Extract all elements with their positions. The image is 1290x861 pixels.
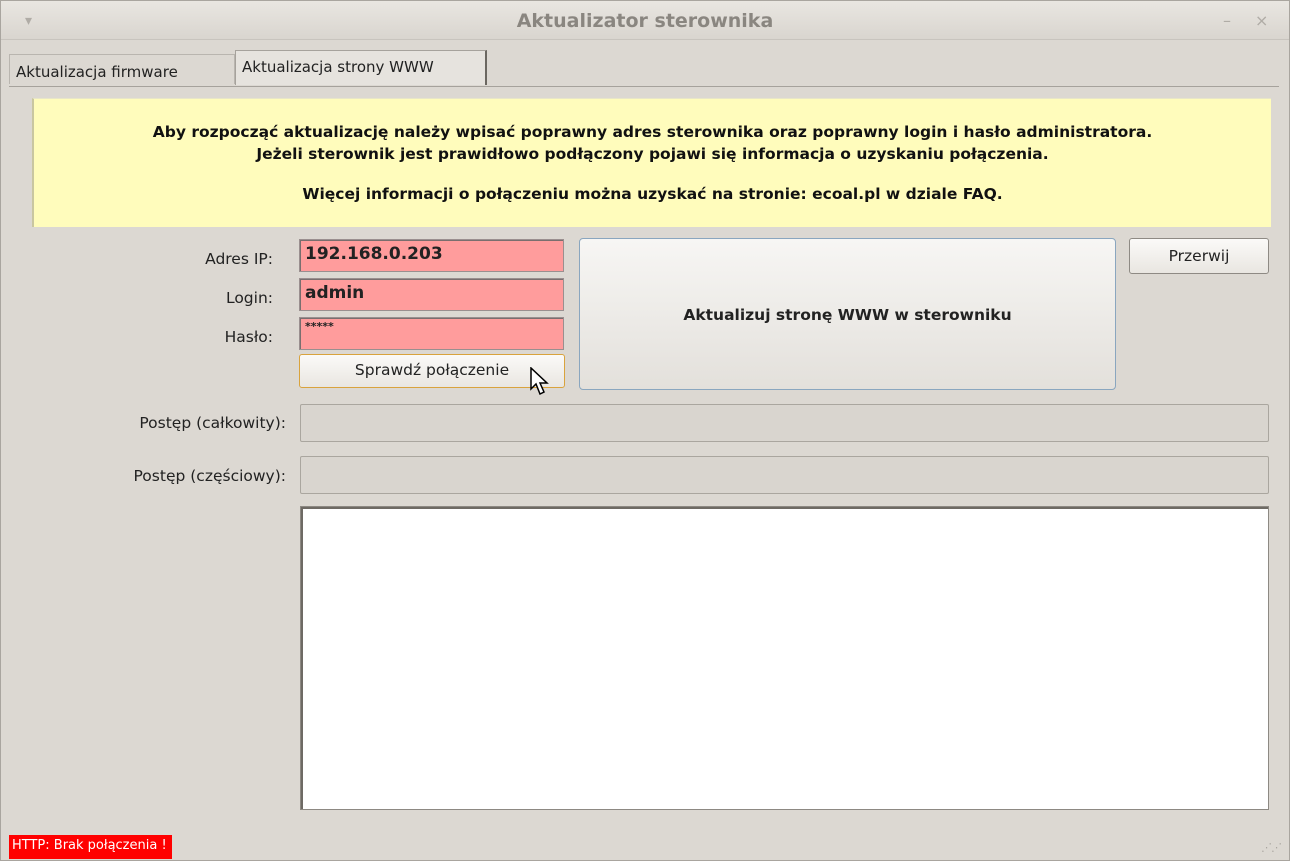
info-line-2: Jeżeli sterownik jest prawidłowo podłącz… xyxy=(256,145,1049,163)
stop-button[interactable]: Przerwij xyxy=(1129,238,1269,274)
login-field[interactable]: admin xyxy=(299,278,564,311)
log-textarea[interactable] xyxy=(300,506,1269,810)
tab-firmware[interactable]: Aktualizacja firmware xyxy=(9,54,235,84)
check-connection-button[interactable]: Sprawdź połączenie xyxy=(299,354,565,388)
close-icon[interactable]: × xyxy=(1255,11,1268,30)
tab-www[interactable]: Aktualizacja strony WWW xyxy=(235,50,487,85)
info-line-3: Więcej informacji o połączeniu można uzy… xyxy=(302,185,1003,203)
password-label: Hasło: xyxy=(224,328,273,346)
progress-total-label: Postęp (całkowity): xyxy=(139,414,286,432)
info-box: Aby rozpocząć aktualizację należy wpisać… xyxy=(32,98,1271,227)
window-title: Aktualizator sterownika xyxy=(516,10,774,32)
resize-grip-icon[interactable]: ⋰⋰ xyxy=(1261,841,1282,854)
info-line-1: Aby rozpocząć aktualizację należy wpisać… xyxy=(152,123,1153,141)
app-window: ▾ Aktualizator sterownika – × Aktualizac… xyxy=(0,0,1290,861)
ip-field[interactable]: 192.168.0.203 xyxy=(299,239,564,272)
minimize-icon[interactable]: – xyxy=(1223,11,1231,30)
ip-label: Adres IP: xyxy=(205,250,273,268)
progress-total-bar xyxy=(300,404,1269,442)
mouse-cursor-icon xyxy=(530,367,549,396)
status-badge: HTTP: Brak połączenia ! xyxy=(9,835,172,859)
progress-partial-label: Postęp (częściowy): xyxy=(133,467,286,485)
password-field[interactable]: ***** xyxy=(299,317,564,350)
progress-partial-bar xyxy=(300,456,1269,494)
update-www-button[interactable]: Aktualizuj stronę WWW w sterowniku xyxy=(579,238,1116,390)
title-bar[interactable]: ▾ Aktualizator sterownika – × xyxy=(1,1,1289,40)
login-label: Login: xyxy=(225,289,273,307)
